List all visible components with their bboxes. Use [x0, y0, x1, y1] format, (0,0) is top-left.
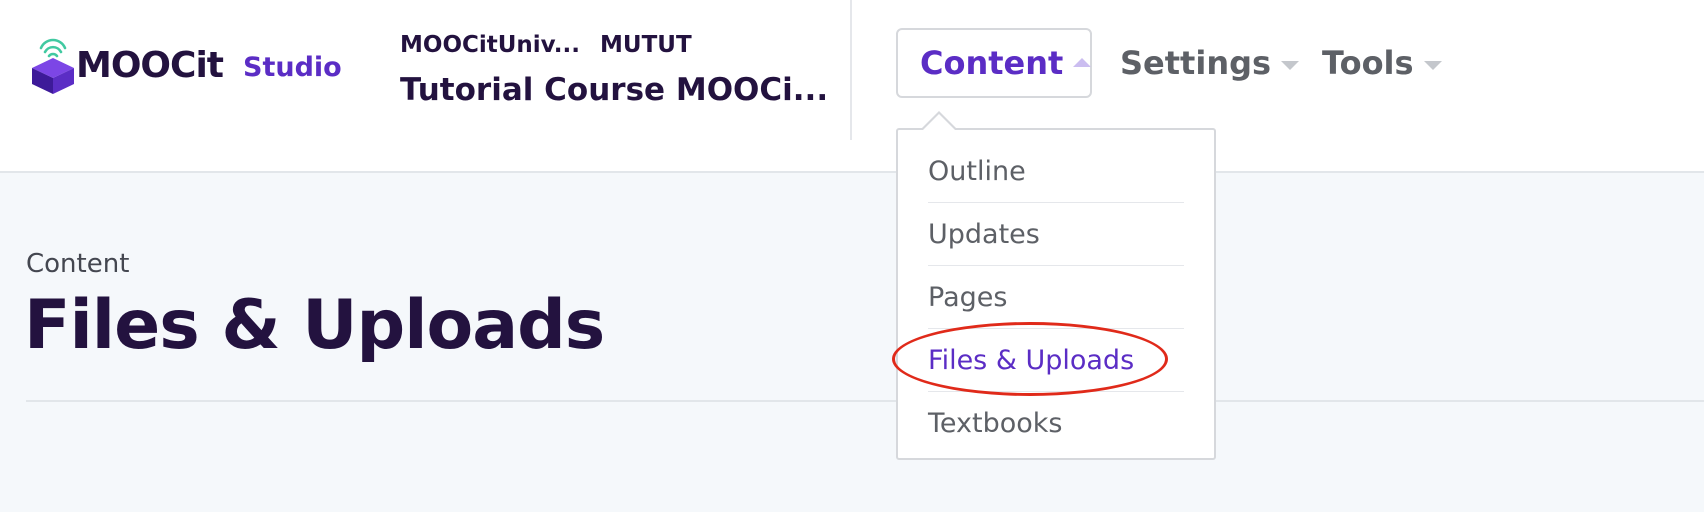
studio-header: MOOCit Studio MOOCitUniv... MUTUT Tutoria… — [0, 0, 1704, 173]
header-divider — [850, 0, 852, 140]
dropdown-item-pages[interactable]: Pages — [928, 266, 1184, 329]
breadcrumb: Content — [26, 249, 130, 279]
studio-logo-link[interactable]: MOOCit Studio — [28, 38, 342, 94]
nav-content-label: Content — [920, 44, 1064, 82]
dropdown-item-outline[interactable]: Outline — [928, 140, 1184, 203]
dropdown-item-updates[interactable]: Updates — [928, 203, 1184, 266]
nav-content-button[interactable]: Content — [896, 28, 1092, 98]
nav-settings-label: Settings — [1120, 44, 1272, 82]
course-org: MOOCitUniv... — [400, 32, 581, 58]
course-number: MUTUT — [600, 32, 692, 58]
nav-tools-label: Tools — [1322, 44, 1414, 82]
studio-label: Studio — [243, 52, 342, 83]
page-title: Files & Uploads — [24, 286, 605, 365]
nav-settings-button[interactable]: Settings — [1120, 28, 1300, 98]
dropdown-item-textbooks[interactable]: Textbooks — [928, 392, 1184, 454]
dropdown-list: Outline Updates Pages Files & Uploads Te… — [928, 140, 1184, 454]
course-info[interactable]: MOOCitUniv... MUTUT Tutorial Course MOOCi… — [400, 30, 828, 110]
title-divider — [26, 400, 1704, 402]
logo-wordmark: MOOCit — [76, 45, 224, 86]
caret-down-icon — [1423, 60, 1442, 70]
cube-wifi-logo-icon — [32, 38, 74, 94]
caret-up-icon — [1073, 57, 1092, 67]
caret-down-icon — [1281, 60, 1300, 70]
dropdown-pointer — [920, 111, 958, 131]
nav-tools-button[interactable]: Tools — [1322, 28, 1442, 98]
course-meta: MOOCitUniv... MUTUT — [400, 30, 828, 60]
dropdown-item-files-uploads[interactable]: Files & Uploads — [928, 329, 1184, 392]
course-title: Tutorial Course MOOCi... — [400, 72, 829, 108]
content-dropdown-menu: Outline Updates Pages Files & Uploads Te… — [896, 111, 1216, 460]
